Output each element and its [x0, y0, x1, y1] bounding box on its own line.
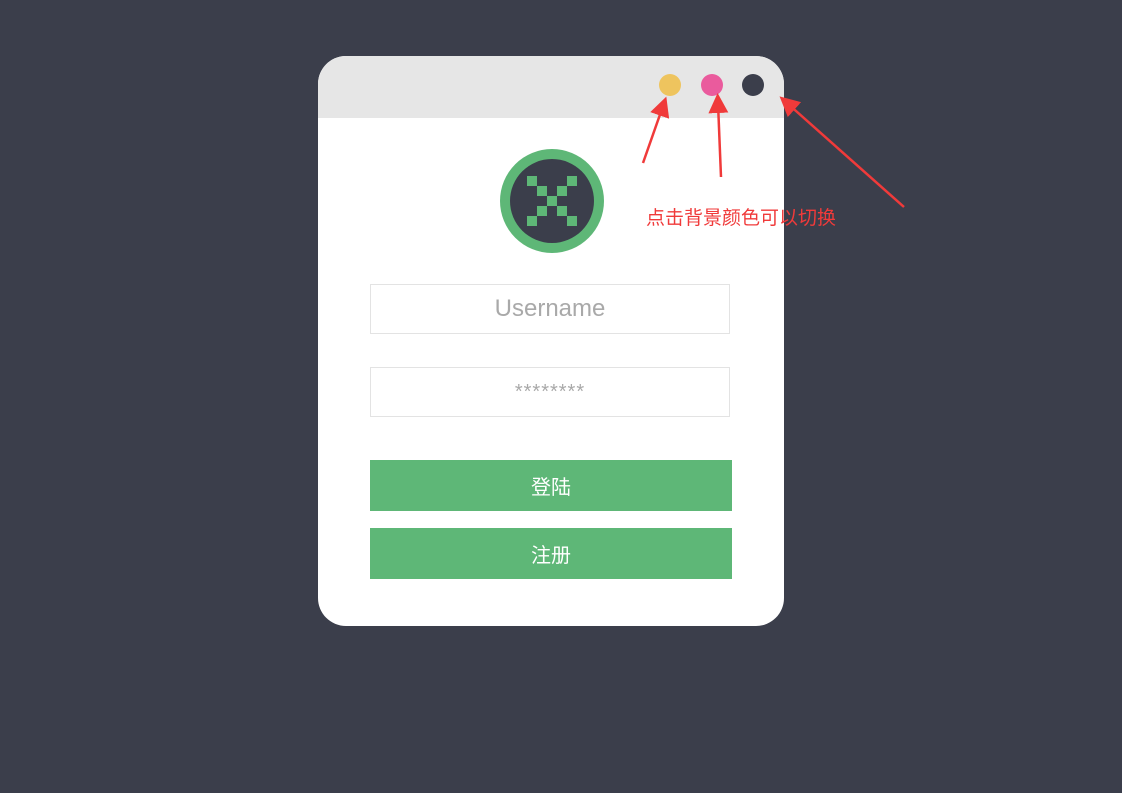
page: 登陆 注册 点击背景颜色可以切换 — [0, 0, 1122, 793]
register-button[interactable]: 注册 — [370, 528, 732, 579]
login-button[interactable]: 登陆 — [370, 460, 732, 511]
dark-theme-dot[interactable] — [742, 74, 764, 96]
password-input[interactable] — [370, 367, 730, 417]
username-input[interactable] — [370, 284, 730, 334]
annotation-text: 点击背景颜色可以切换 — [646, 207, 837, 229]
login-card: 登陆 注册 — [318, 56, 784, 626]
title-bar — [318, 56, 784, 118]
yellow-theme-dot[interactable] — [659, 74, 681, 96]
x-logo-icon — [500, 149, 604, 253]
pink-theme-dot[interactable] — [701, 74, 723, 96]
